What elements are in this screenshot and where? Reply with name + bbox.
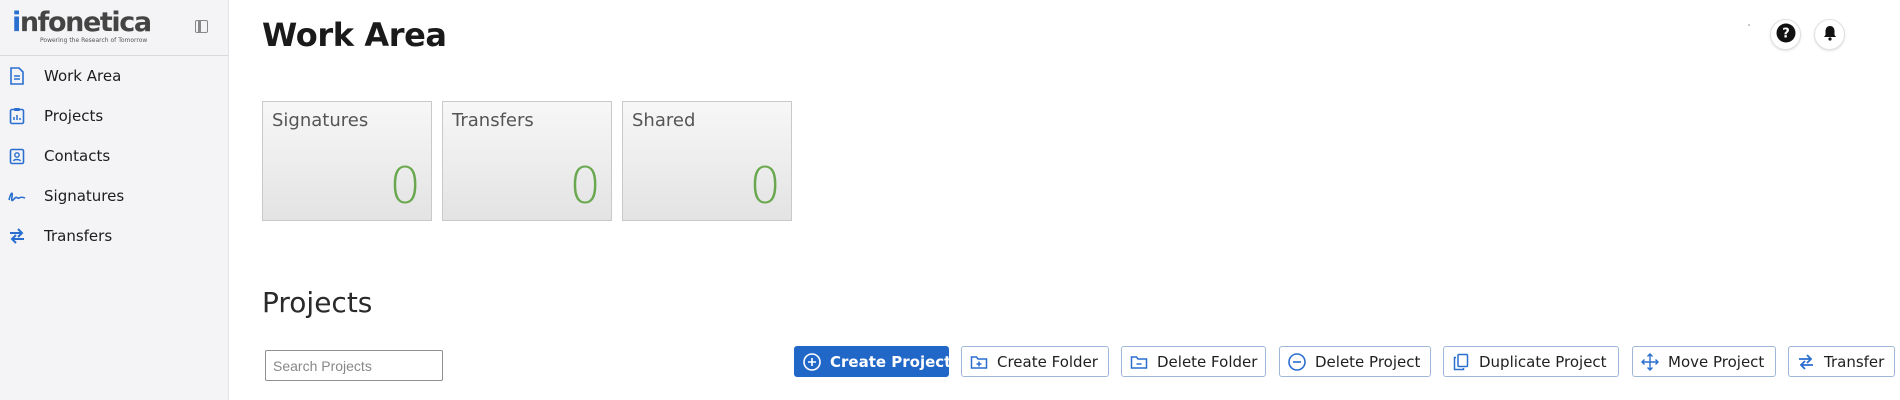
transfers-summary-card[interactable]: Transfers 0	[442, 101, 612, 221]
transfer-arrows-icon	[8, 227, 26, 245]
card-count: 0	[569, 157, 601, 215]
create-project-button[interactable]: Create Project	[794, 346, 952, 377]
delete-project-button[interactable]: Delete Project	[1279, 346, 1431, 377]
button-label: Create Folder	[997, 352, 1098, 371]
brand-header: infonetica Powering the Research of Tomo…	[0, 0, 228, 56]
folder-minus-icon	[1130, 353, 1148, 371]
sidebar-collapse-icon[interactable]	[195, 20, 208, 33]
button-label: Delete Project	[1315, 352, 1421, 371]
sidebar-item-transfers[interactable]: Transfers	[0, 220, 229, 252]
card-label: Signatures	[272, 110, 369, 131]
sidebar-item-contacts[interactable]: Contacts	[0, 140, 229, 172]
notifications-button[interactable]	[1814, 19, 1845, 50]
projects-section-title: Projects	[262, 286, 373, 319]
clipboard-chart-icon	[8, 107, 26, 125]
sidebar-item-signatures[interactable]: Signatures	[0, 180, 229, 212]
minus-circle-icon	[1288, 352, 1306, 371]
button-label: Create Project	[830, 352, 952, 371]
sidebar-item-label: Signatures	[44, 187, 125, 205]
bell-icon	[1823, 25, 1837, 45]
folder-plus-icon	[970, 353, 988, 371]
search-projects-input[interactable]	[265, 350, 443, 381]
card-label: Transfers	[452, 110, 534, 131]
copy-icon	[1452, 353, 1470, 371]
sidebar-item-projects[interactable]: Projects	[0, 100, 229, 132]
page-title: Work Area	[262, 16, 447, 54]
move-project-button[interactable]: Move Project	[1632, 346, 1776, 377]
sidebar-item-label: Projects	[44, 107, 104, 125]
button-label: Delete Folder	[1157, 352, 1258, 371]
card-count: 0	[749, 157, 781, 215]
logo-tagline: Powering the Research of Tomorrow	[40, 37, 148, 44]
button-label: Transfer	[1824, 352, 1885, 371]
sidebar-item-label: Transfers	[44, 227, 113, 245]
button-label: Move Project	[1668, 352, 1765, 371]
question-circle-icon: ?	[1776, 23, 1796, 47]
plus-circle-icon	[803, 352, 821, 371]
card-count: 0	[389, 157, 421, 215]
separator-dot	[1748, 24, 1750, 26]
create-folder-button[interactable]: Create Folder	[961, 346, 1109, 377]
delete-folder-button[interactable]: Delete Folder	[1121, 346, 1266, 377]
sidebar-item-work-area[interactable]: Work Area	[0, 60, 229, 92]
button-label: Duplicate Project	[1479, 352, 1607, 371]
svg-text:?: ?	[1782, 26, 1790, 41]
help-button[interactable]: ?	[1770, 19, 1801, 50]
sidebar-item-label: Contacts	[44, 147, 111, 165]
card-label: Shared	[632, 110, 696, 131]
logo[interactable]: infonetica Powering the Research of Tomo…	[12, 8, 152, 45]
signatures-summary-card[interactable]: Signatures 0	[262, 101, 432, 221]
transfer-arrows-icon	[1797, 353, 1815, 371]
signature-icon	[8, 187, 26, 205]
contact-card-icon	[8, 147, 26, 165]
move-icon	[1641, 352, 1659, 371]
document-icon	[8, 67, 26, 85]
sidebar: infonetica Powering the Research of Tomo…	[0, 0, 229, 400]
transfer-button[interactable]: Transfer	[1788, 346, 1895, 377]
shared-summary-card[interactable]: Shared 0	[622, 101, 792, 221]
sidebar-item-label: Work Area	[44, 67, 122, 85]
duplicate-project-button[interactable]: Duplicate Project	[1443, 346, 1619, 377]
